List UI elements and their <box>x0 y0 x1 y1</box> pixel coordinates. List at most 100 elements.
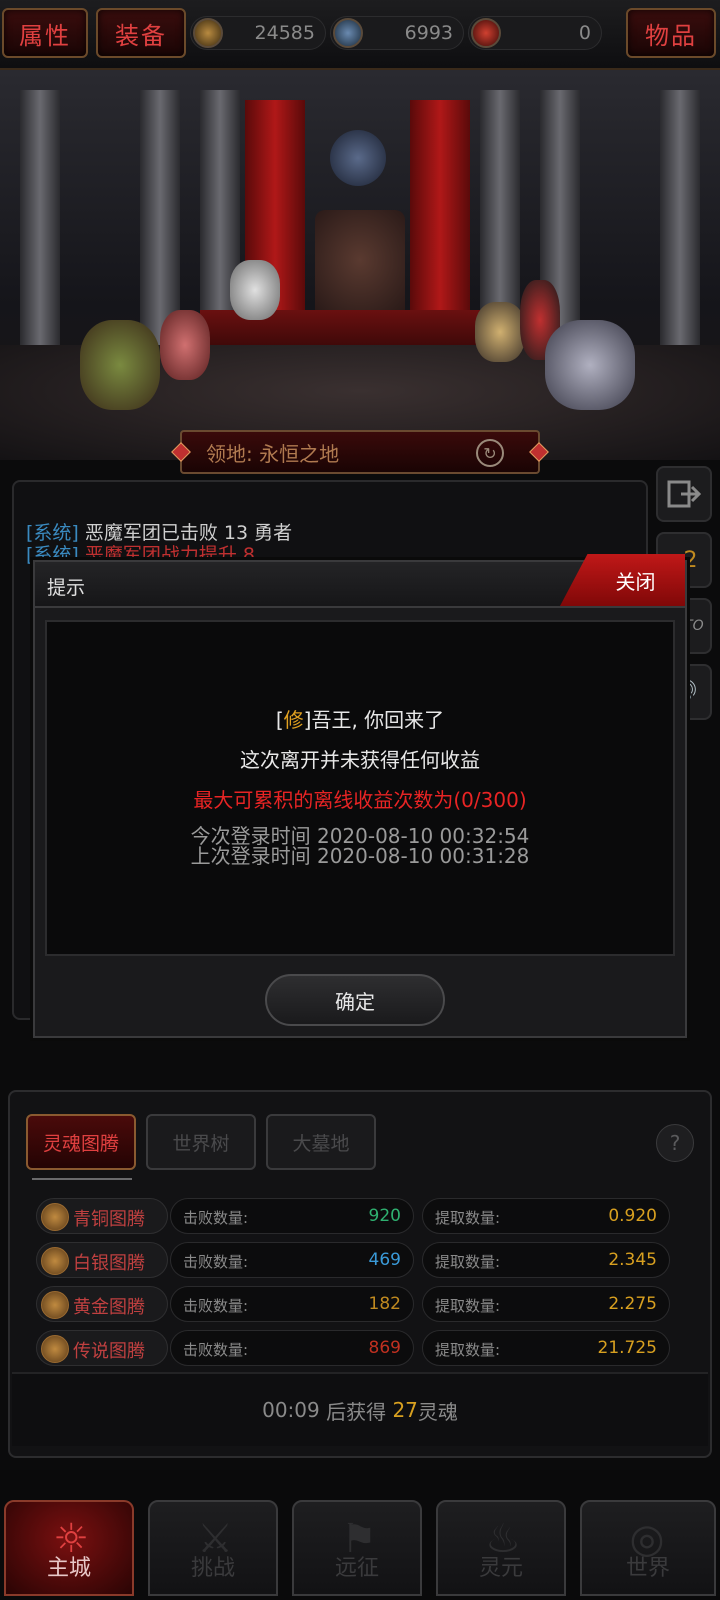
bottom-nav: ☼ 主城 ⚔ 挑战 ⚑ 远征 ♨ 灵元 ◎ 世界 <box>0 1470 720 1600</box>
totem-name: 黄金图腾 <box>73 1297 145 1318</box>
attributes-button[interactable]: 属性 <box>2 8 88 58</box>
nav-label: 挑战 <box>190 1556 235 1581</box>
gem-counter: 0 <box>468 16 602 50</box>
nav-expedition[interactable]: ⚑ 远征 <box>292 1500 422 1596</box>
extracted-label: 提取数量: <box>435 1253 501 1271</box>
totem-row: 白银图腾 击败数量: 469 提取数量: 2.345 <box>36 1242 676 1278</box>
timer-mid: 后获得 <box>319 1399 393 1424</box>
defeated-label: 击败数量: <box>183 1341 249 1359</box>
totem-name: 传说图腾 <box>73 1341 145 1362</box>
soul-amount: 27 <box>392 1398 418 1422</box>
gem-value: 0 <box>578 22 591 44</box>
nav-world[interactable]: ◎ 世界 <box>580 1500 716 1596</box>
extracted-value: 2.345 <box>608 1250 657 1270</box>
nav-challenge[interactable]: ⚔ 挑战 <box>148 1500 278 1596</box>
defeated-label: 击败数量: <box>183 1253 249 1271</box>
help-button[interactable]: ? <box>656 1124 694 1162</box>
question-icon: ? <box>669 1131 681 1155</box>
confirm-button[interactable]: 确定 <box>265 974 445 1026</box>
defeated-pill: 击败数量: 920 <box>170 1198 414 1234</box>
defeated-label: 击败数量: <box>183 1297 249 1315</box>
totem-name-box: 黄金图腾 <box>36 1286 168 1322</box>
tab-underline <box>32 1178 132 1180</box>
demon-king-sprite[interactable] <box>315 210 405 310</box>
extracted-label: 提取数量: <box>435 1341 501 1359</box>
extracted-value: 0.920 <box>608 1206 657 1226</box>
tab-graveyard[interactable]: 大墓地 <box>266 1114 376 1170</box>
rose-window <box>330 130 386 186</box>
totem-name-box: 青铜图腾 <box>36 1198 168 1234</box>
tab-soul-totem[interactable]: 灵魂图腾 <box>26 1114 136 1170</box>
defeated-label: 击败数量: <box>183 1209 249 1227</box>
no-income-text: 这次离开并未获得任何收益 <box>240 748 480 772</box>
extracted-pill: 提取数量: 2.275 <box>422 1286 670 1322</box>
extracted-pill: 提取数量: 21.725 <box>422 1330 670 1366</box>
dialog-body: [修]吾王, 你回来了 这次离开并未获得任何收益 最大可累积的离线收益次数为(0… <box>45 620 675 956</box>
totem-row: 黄金图腾 击败数量: 182 提取数量: 2.275 <box>36 1286 676 1322</box>
dialog-title: 提示 <box>47 577 86 599</box>
tab-world-tree[interactable]: 世界树 <box>146 1114 256 1170</box>
speaker-tag: 修 <box>283 708 304 732</box>
defeated-pill: 击败数量: 182 <box>170 1286 414 1322</box>
items-button[interactable]: 物品 <box>626 8 716 58</box>
location-label: 领地: 永恒之地 <box>206 441 340 466</box>
soul-skull-icon <box>333 18 363 48</box>
totem-row: 青铜图腾 击败数量: 920 提取数量: 0.920 <box>36 1198 676 1234</box>
totem-name: 青铜图腾 <box>73 1209 145 1230</box>
werewolf-sprite[interactable] <box>545 320 635 410</box>
top-bar: 属性 装备 24585 6993 0 物品 <box>0 0 720 70</box>
offline-reward-dialog: 提示 关闭 [修]吾王, 你回来了 这次离开并未获得任何收益 最大可累积的离线收… <box>33 554 687 1038</box>
greeting-text: 吾王, 你回来了 <box>311 708 445 732</box>
soul-unit: 灵魂 <box>417 1399 458 1424</box>
nav-spirit[interactable]: ♨ 灵元 <box>436 1500 566 1596</box>
totem-icon <box>41 1335 69 1363</box>
armored-warrior-sprite[interactable] <box>80 320 160 410</box>
totem-name-box: 传说图腾 <box>36 1330 168 1366</box>
white-dress-character[interactable] <box>230 260 280 320</box>
defeated-value: 920 <box>368 1206 401 1226</box>
soul-timer: 00:09 后获得 27 灵魂 <box>12 1372 708 1446</box>
extracted-value: 21.725 <box>597 1338 657 1358</box>
nav-label: 主城 <box>46 1556 91 1581</box>
totem-name-box: 白银图腾 <box>36 1242 168 1278</box>
red-hair-character[interactable] <box>160 310 210 380</box>
totem-icon <box>41 1247 69 1275</box>
timer-value: 00:09 <box>262 1398 320 1422</box>
totem-panel: 灵魂图腾 世界树 大墓地 ? 青铜图腾 击败数量: 920 提取数量: 0.92… <box>8 1090 712 1458</box>
defeated-value: 182 <box>368 1294 401 1314</box>
defeated-pill: 击败数量: 869 <box>170 1330 414 1366</box>
equipment-button[interactable]: 装备 <box>96 8 186 58</box>
totem-icon <box>41 1203 69 1231</box>
defeated-value: 869 <box>368 1338 401 1358</box>
location-banner: 领地: 永恒之地 ↻ <box>171 430 549 474</box>
defeated-pill: 击败数量: 469 <box>170 1242 414 1278</box>
gold-value: 24585 <box>254 22 315 44</box>
nav-label: 世界 <box>625 1556 670 1581</box>
extracted-value: 2.275 <box>608 1294 657 1314</box>
greeting-line: [修]吾王, 你回来了 <box>275 708 445 732</box>
blonde-character[interactable] <box>475 302 525 362</box>
extracted-pill: 提取数量: 2.345 <box>422 1242 670 1278</box>
gold-coin-icon <box>193 18 223 48</box>
max-offline-text: 最大可累积的离线收益次数为(0/300) <box>193 788 527 812</box>
defeated-value: 469 <box>368 1250 401 1270</box>
this-login-time: 今次登录时间 2020-08-10 00:32:54 <box>190 824 530 848</box>
refresh-icon[interactable]: ↻ <box>476 439 504 467</box>
last-login-time: 上次登录时间 2020-08-10 00:31:28 <box>190 844 530 868</box>
exit-icon <box>667 480 701 508</box>
exit-button[interactable] <box>656 466 712 522</box>
extracted-pill: 提取数量: 0.920 <box>422 1198 670 1234</box>
nav-main-city[interactable]: ☼ 主城 <box>4 1500 134 1596</box>
curtain-right <box>410 100 470 330</box>
blood-gem-icon <box>471 18 501 48</box>
totem-icon <box>41 1291 69 1319</box>
totem-name: 白银图腾 <box>73 1253 145 1274</box>
totem-row: 传说图腾 击败数量: 869 提取数量: 21.725 <box>36 1330 676 1366</box>
extracted-label: 提取数量: <box>435 1209 501 1227</box>
throne-room-scene <box>0 70 720 460</box>
soul-counter: 6993 <box>330 16 464 50</box>
extracted-label: 提取数量: <box>435 1297 501 1315</box>
gold-counter: 24585 <box>190 16 326 50</box>
nav-label: 灵元 <box>478 1556 523 1581</box>
nav-label: 远征 <box>334 1556 379 1581</box>
